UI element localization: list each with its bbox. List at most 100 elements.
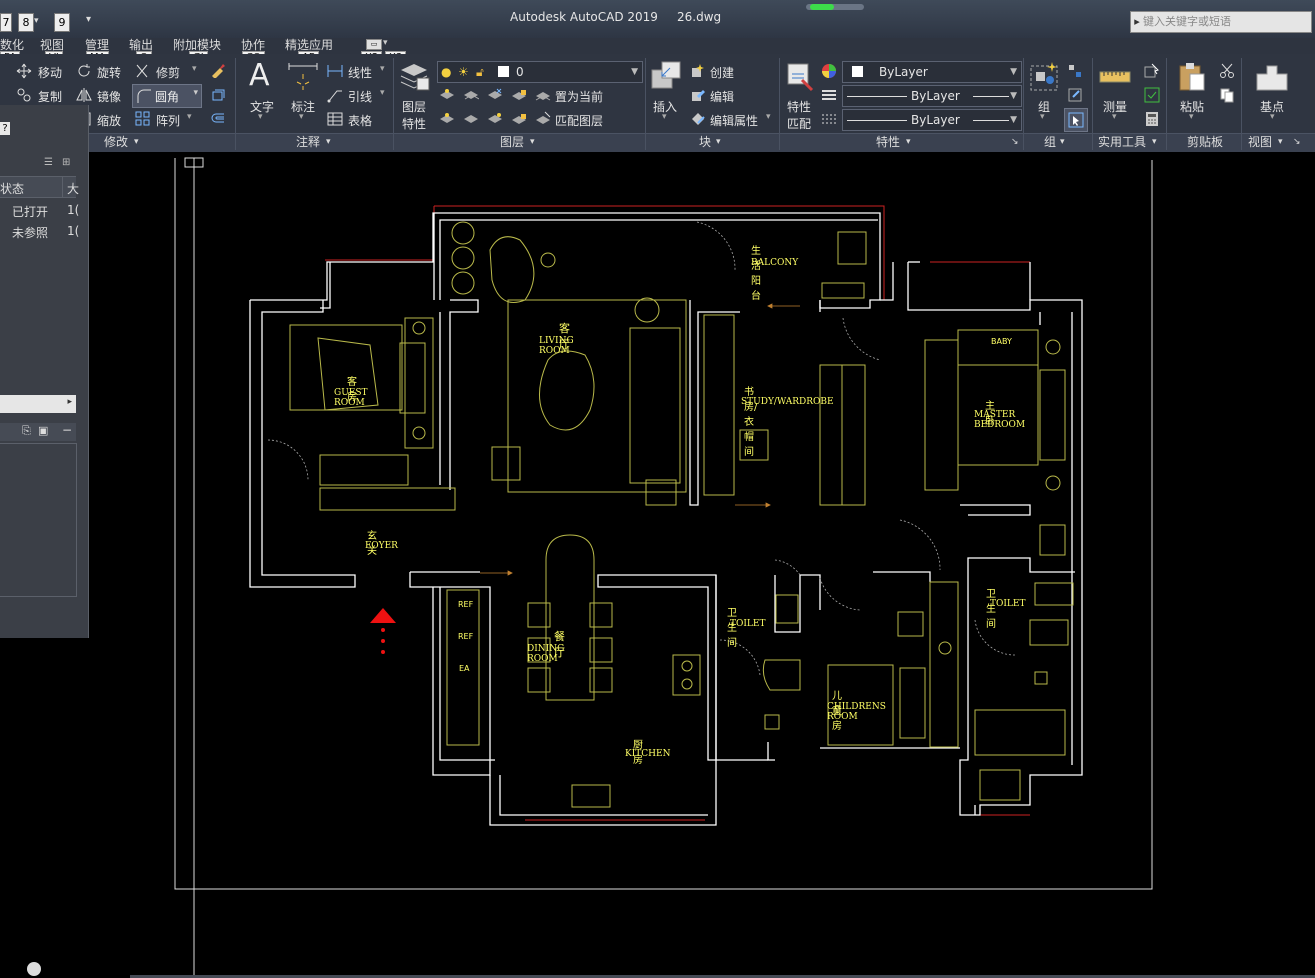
col-status[interactable]: 状态 [0, 180, 24, 197]
chevron-down-icon[interactable]: ▼ [1010, 110, 1017, 130]
chevron-down-icon[interactable]: ▾ [1189, 112, 1194, 122]
search-box[interactable]: ▸ 键入关键字或短语 [1130, 11, 1312, 33]
match-layer-button[interactable]: 匹配图层 [555, 112, 603, 129]
trim-button[interactable]: 修剪 [156, 64, 180, 81]
chevron-down-icon[interactable]: ▾ [1152, 133, 1157, 152]
dialog-launcher-icon[interactable]: ↘ [1293, 133, 1301, 152]
chevron-down-icon[interactable]: ▾ [299, 112, 304, 122]
chevron-down-icon[interactable]: ▾ [193, 88, 198, 98]
layer-on-icon[interactable] [439, 111, 455, 127]
copy-clip-icon[interactable] [1219, 87, 1235, 103]
layer-unlock-icon[interactable] [511, 111, 527, 127]
chevron-down-icon[interactable]: ▾ [34, 16, 39, 26]
group-selection-button[interactable] [1064, 108, 1088, 132]
group-edit-icon[interactable] [1067, 87, 1083, 103]
edit-block-button[interactable]: 编辑 [710, 88, 734, 105]
create-block-button[interactable]: 创建 [710, 64, 734, 81]
ungroup-icon[interactable] [1067, 63, 1083, 79]
explode-icon[interactable] [210, 87, 226, 103]
layer-thaw-icon[interactable] [487, 111, 503, 127]
table-row[interactable]: 已打开 1( [0, 201, 79, 221]
chevron-down-icon[interactable]: ▼ [1010, 86, 1017, 106]
match-properties-line1[interactable]: 特性 [787, 98, 811, 115]
collapse-icon[interactable]: − [62, 423, 72, 437]
chevron-down-icon[interactable]: ▾ [766, 112, 771, 122]
list-view-icon[interactable]: ☰ [44, 157, 53, 168]
search-expand-icon[interactable]: ▸ [1131, 12, 1143, 32]
modify-panel-label[interactable]: 修改 [104, 133, 128, 152]
view-panel-label[interactable]: 视图 [1248, 133, 1272, 152]
chevron-down-icon[interactable]: ▾ [530, 133, 535, 152]
help-icon[interactable]: ? [0, 122, 10, 135]
layer-freeze-icon[interactable] [487, 87, 503, 103]
search-input[interactable]: 键入关键字或短语 [1143, 15, 1231, 28]
table-row[interactable]: 未参照 1( [0, 222, 79, 242]
chevron-down-icon[interactable]: ▾ [1278, 133, 1283, 152]
block-panel-label[interactable]: 块 [699, 133, 711, 152]
match-properties-line2[interactable]: 匹配 [787, 115, 811, 132]
chevron-down-icon[interactable]: ▾ [906, 133, 911, 152]
chevron-down-icon[interactable]: ▾ [258, 112, 263, 122]
layer-isolate-icon[interactable] [463, 87, 479, 103]
mirror-button[interactable]: 镜像 [97, 88, 121, 105]
details-section-bar[interactable]: ▸ [0, 395, 76, 413]
linetype-dropdown[interactable]: ByLayer ▼ [842, 109, 1022, 131]
rotate-button[interactable]: 旋转 [97, 64, 121, 81]
leader-button[interactable]: 引线 [348, 88, 372, 105]
chevron-down-icon[interactable]: ▾ [380, 88, 385, 98]
details-icon[interactable]: ⎘ [22, 424, 31, 438]
table-button[interactable]: 表格 [348, 112, 372, 129]
erase-icon[interactable] [210, 62, 226, 78]
chevron-down-icon[interactable]: ▾ [380, 64, 385, 74]
chevron-down-icon[interactable]: ▾ [1270, 112, 1275, 122]
chevron-down-icon[interactable]: ▾ [326, 133, 331, 152]
lineweight-dropdown[interactable]: ByLayer ▼ [842, 85, 1022, 107]
dialog-launcher-icon[interactable]: ↘ [1011, 133, 1019, 152]
array-button[interactable]: 阵列 [156, 112, 180, 129]
chevron-down-icon[interactable]: ▾ [1060, 133, 1065, 152]
chevron-down-icon[interactable]: ▾ [383, 38, 388, 48]
copy-button[interactable]: 复制 [38, 88, 62, 105]
drawing-canvas[interactable]: 客厅 LIVING ROOM 生活阳台 BALCONY 客房 GUEST ROO… [88, 152, 1315, 978]
chevron-down-icon[interactable]: ▾ [192, 64, 197, 74]
scale-button[interactable]: 缩放 [97, 112, 121, 129]
properties-panel-label[interactable]: 特性 [876, 133, 900, 152]
qat-key-9[interactable]: 9 [54, 13, 70, 32]
clipboard-panel-label[interactable]: 剪贴板 [1187, 133, 1223, 152]
layer-off-icon[interactable] [439, 87, 455, 103]
fillet-button[interactable]: 圆角 ▾ [132, 84, 202, 108]
qat-customize-icon[interactable]: ▾ [86, 14, 91, 25]
chevron-right-icon[interactable]: ▸ [67, 397, 72, 407]
tree-view-icon[interactable]: ⊞ [62, 157, 70, 168]
quick-select-icon[interactable] [1144, 63, 1160, 79]
preview-icon[interactable]: ▣ [38, 424, 48, 437]
tab-options-icon[interactable]: ▭ [366, 39, 382, 50]
groups-panel-label[interactable]: 组 [1044, 133, 1056, 152]
calculator-icon[interactable] [1144, 111, 1160, 127]
make-current-button[interactable]: 置为当前 [555, 88, 603, 105]
select-all-icon[interactable] [1144, 87, 1160, 103]
chevron-down-icon[interactable]: ▾ [1040, 112, 1045, 122]
chevron-down-icon[interactable]: ▾ [187, 112, 192, 122]
qat-key-7[interactable]: 7 [0, 13, 12, 32]
chevron-down-icon[interactable]: ▾ [716, 133, 721, 152]
layer-properties-line2[interactable]: 特性 [402, 115, 426, 132]
layer-dropdown[interactable]: ● ☀ 🔓︎ 0 ▼ [437, 61, 643, 83]
chevron-down-icon[interactable]: ▾ [134, 133, 139, 152]
utilities-panel-label[interactable]: 实用工具 [1098, 133, 1146, 152]
chevron-down-icon[interactable]: ▼ [631, 62, 638, 82]
col-size[interactable]: 大 [67, 180, 79, 197]
move-button[interactable]: 移动 [38, 64, 62, 81]
annotation-panel-label[interactable]: 注释 [296, 133, 320, 152]
layers-panel-label[interactable]: 图层 [500, 133, 524, 152]
edit-attributes-button[interactable]: 编辑属性 [710, 112, 758, 129]
linear-button[interactable]: 线性 [348, 64, 372, 81]
chevron-down-icon[interactable]: ▾ [662, 112, 667, 122]
layer-lock-icon[interactable] [511, 87, 527, 103]
layer-unisolate-icon[interactable] [463, 111, 479, 127]
color-dropdown[interactable]: ByLayer ▼ [842, 61, 1022, 83]
cut-icon[interactable] [1219, 63, 1235, 79]
offset-icon[interactable] [210, 111, 226, 127]
chevron-down-icon[interactable]: ▾ [1112, 112, 1117, 122]
chevron-down-icon[interactable]: ▼ [1010, 62, 1017, 82]
